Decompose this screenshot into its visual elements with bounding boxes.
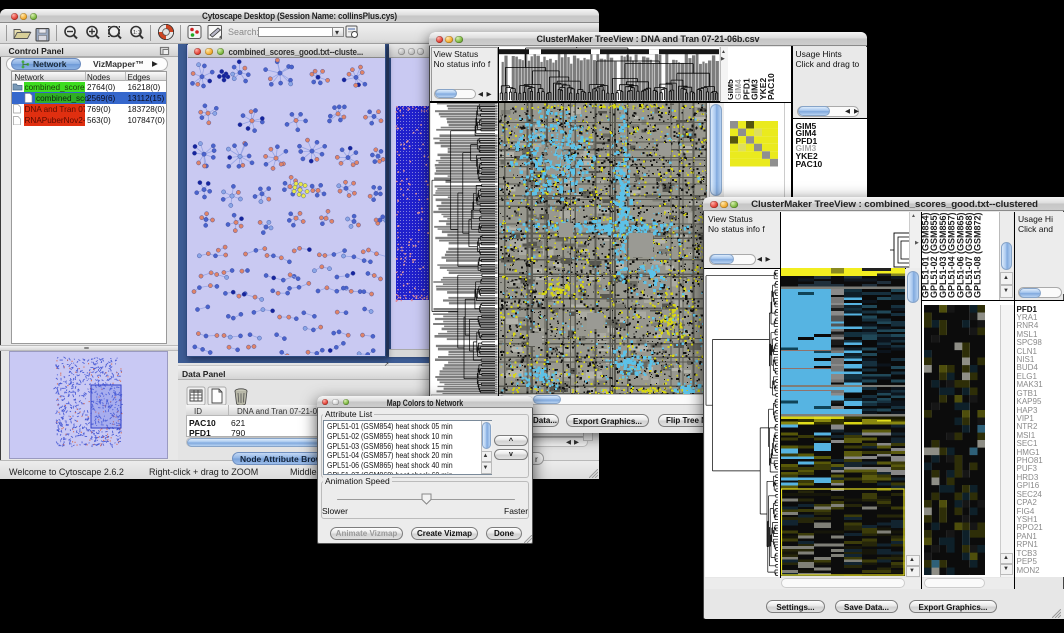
svg-text:PAC10: PAC10 bbox=[766, 73, 776, 100]
svg-text:GPL51-08 (GSM872): GPL51-08 (GSM872) bbox=[973, 212, 983, 298]
svg-text:1:1: 1:1 bbox=[133, 30, 141, 36]
